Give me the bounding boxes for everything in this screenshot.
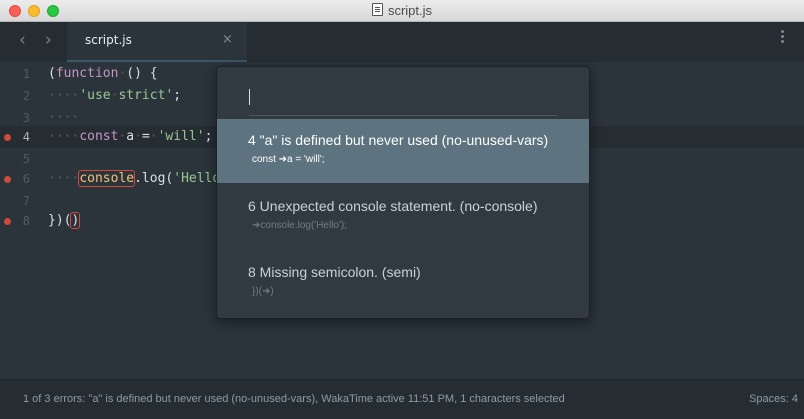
- status-bar: 1 of 3 errors: "a" is defined but never …: [0, 379, 804, 419]
- code-text: ····console.log('Hello'): [48, 170, 236, 187]
- document-icon: [371, 3, 383, 16]
- tab-script-js[interactable]: script.js ×: [67, 22, 247, 62]
- line-number: 5: [22, 152, 30, 166]
- close-tab-icon[interactable]: ×: [222, 32, 233, 47]
- code-text: (function·() {: [48, 66, 158, 81]
- error-snippet: })(➜): [252, 286, 274, 297]
- error-title: 6 Unexpected console statement. (no-cons…: [248, 198, 538, 214]
- text-caret: [249, 89, 250, 105]
- line-number: 6: [22, 172, 30, 186]
- line-number: 4: [22, 130, 30, 144]
- filter-input[interactable]: [249, 83, 557, 116]
- more-options-icon[interactable]: [781, 30, 785, 45]
- code-text: ····const·a·=·'will';: [48, 129, 213, 144]
- lint-errors-panel: 4 "a" is defined but never used (no-unus…: [216, 66, 590, 319]
- tab-bar: ‹ › script.js ×: [0, 22, 804, 62]
- error-snippet: const ➜a = 'will';: [252, 154, 325, 165]
- error-list-item[interactable]: 4 "a" is defined but never used (no-unus…: [217, 119, 589, 183]
- error-list-item[interactable]: 8 Missing semicolon. (semi) })(➜): [217, 251, 589, 315]
- error-snippet: ➜console.log('Hello');: [252, 220, 348, 231]
- title-bar: script.js: [0, 0, 804, 22]
- tab-label: script.js: [85, 33, 132, 47]
- error-list-item[interactable]: 6 Unexpected console statement. (no-cons…: [217, 185, 589, 249]
- code-text: ····'use·strict';: [48, 88, 182, 103]
- window-title-wrap: script.js: [0, 3, 804, 18]
- code-text: })(): [48, 212, 81, 229]
- error-title: 4 "a" is defined but never used (no-unus…: [248, 132, 549, 148]
- error-marker-icon[interactable]: [4, 218, 11, 225]
- line-number: 8: [22, 214, 30, 228]
- forward-arrow-icon[interactable]: ›: [45, 30, 52, 50]
- line-number: 7: [22, 194, 30, 208]
- error-title: 8 Missing semicolon. (semi): [248, 264, 421, 280]
- line-number: 2: [22, 89, 30, 103]
- error-marker-icon[interactable]: [4, 176, 11, 183]
- back-arrow-icon[interactable]: ‹: [19, 30, 26, 50]
- error-marker-icon[interactable]: [4, 134, 11, 141]
- indentation-setting[interactable]: Spaces: 4: [749, 393, 798, 405]
- line-number: 1: [22, 67, 30, 81]
- window-title: script.js: [387, 3, 433, 18]
- status-message: 1 of 3 errors: "a" is defined but never …: [23, 393, 565, 405]
